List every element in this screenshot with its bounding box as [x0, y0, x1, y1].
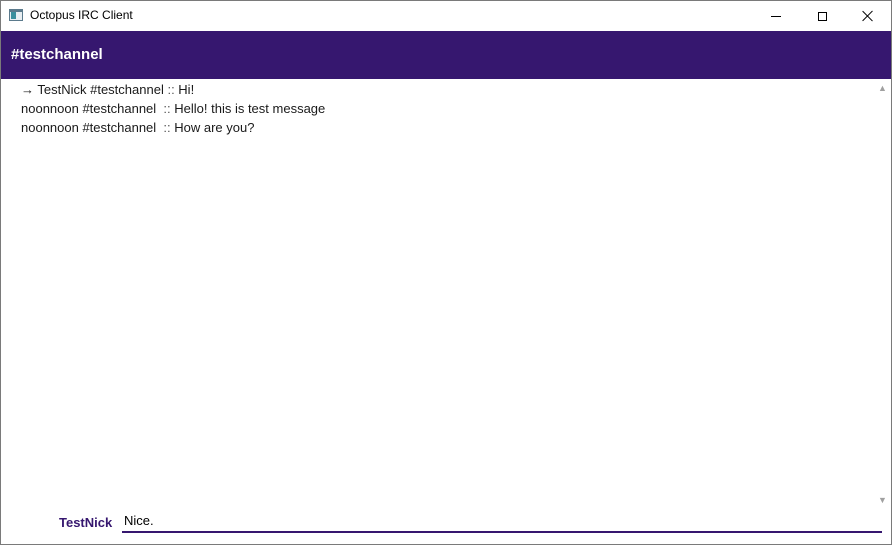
- channel-header: #testchannel: [1, 31, 891, 79]
- message-text: Hi!: [178, 82, 195, 97]
- minimize-icon: [771, 15, 781, 17]
- app-window: Octopus IRC Client #testchannel → TestNi…: [0, 0, 892, 545]
- scroll-up-arrow-icon[interactable]: ▲: [874, 79, 891, 96]
- message-text: Hello! this is test message: [174, 101, 326, 116]
- nick-label: TestNick: [59, 515, 113, 530]
- scroll-down-arrow-icon[interactable]: ▼: [874, 491, 891, 508]
- minimize-button[interactable]: [753, 1, 799, 31]
- title-bar[interactable]: Octopus IRC Client: [1, 1, 891, 31]
- message-separator: ::: [159, 101, 175, 116]
- close-icon: [862, 10, 874, 22]
- message-line: noonnoon #testchannel :: Hello! this is …: [21, 100, 325, 118]
- channel-title: #testchannel: [11, 46, 103, 63]
- message-line: noonnoon #testchannel :: How are you?: [21, 119, 254, 137]
- maximize-button[interactable]: [799, 1, 845, 31]
- app-window-icon: [9, 9, 23, 21]
- message-input[interactable]: [122, 509, 882, 533]
- message-line: → TestNick #testchannel :: Hi!: [21, 81, 194, 99]
- maximize-icon: [817, 11, 827, 21]
- message-list[interactable]: → TestNick #testchannel :: Hi! noonnoon …: [1, 79, 874, 507]
- message-prefix: → TestNick #testchannel: [21, 82, 164, 97]
- message-text: How are you?: [174, 120, 255, 135]
- message-separator: ::: [163, 82, 179, 97]
- message-prefix: noonnoon #testchannel: [21, 101, 160, 116]
- message-separator: ::: [159, 120, 175, 135]
- message-scrollbar[interactable]: ▲ ▼: [874, 79, 891, 509]
- close-button[interactable]: [845, 1, 891, 31]
- window-title: Octopus IRC Client: [30, 8, 133, 22]
- message-prefix: noonnoon #testchannel: [21, 120, 160, 135]
